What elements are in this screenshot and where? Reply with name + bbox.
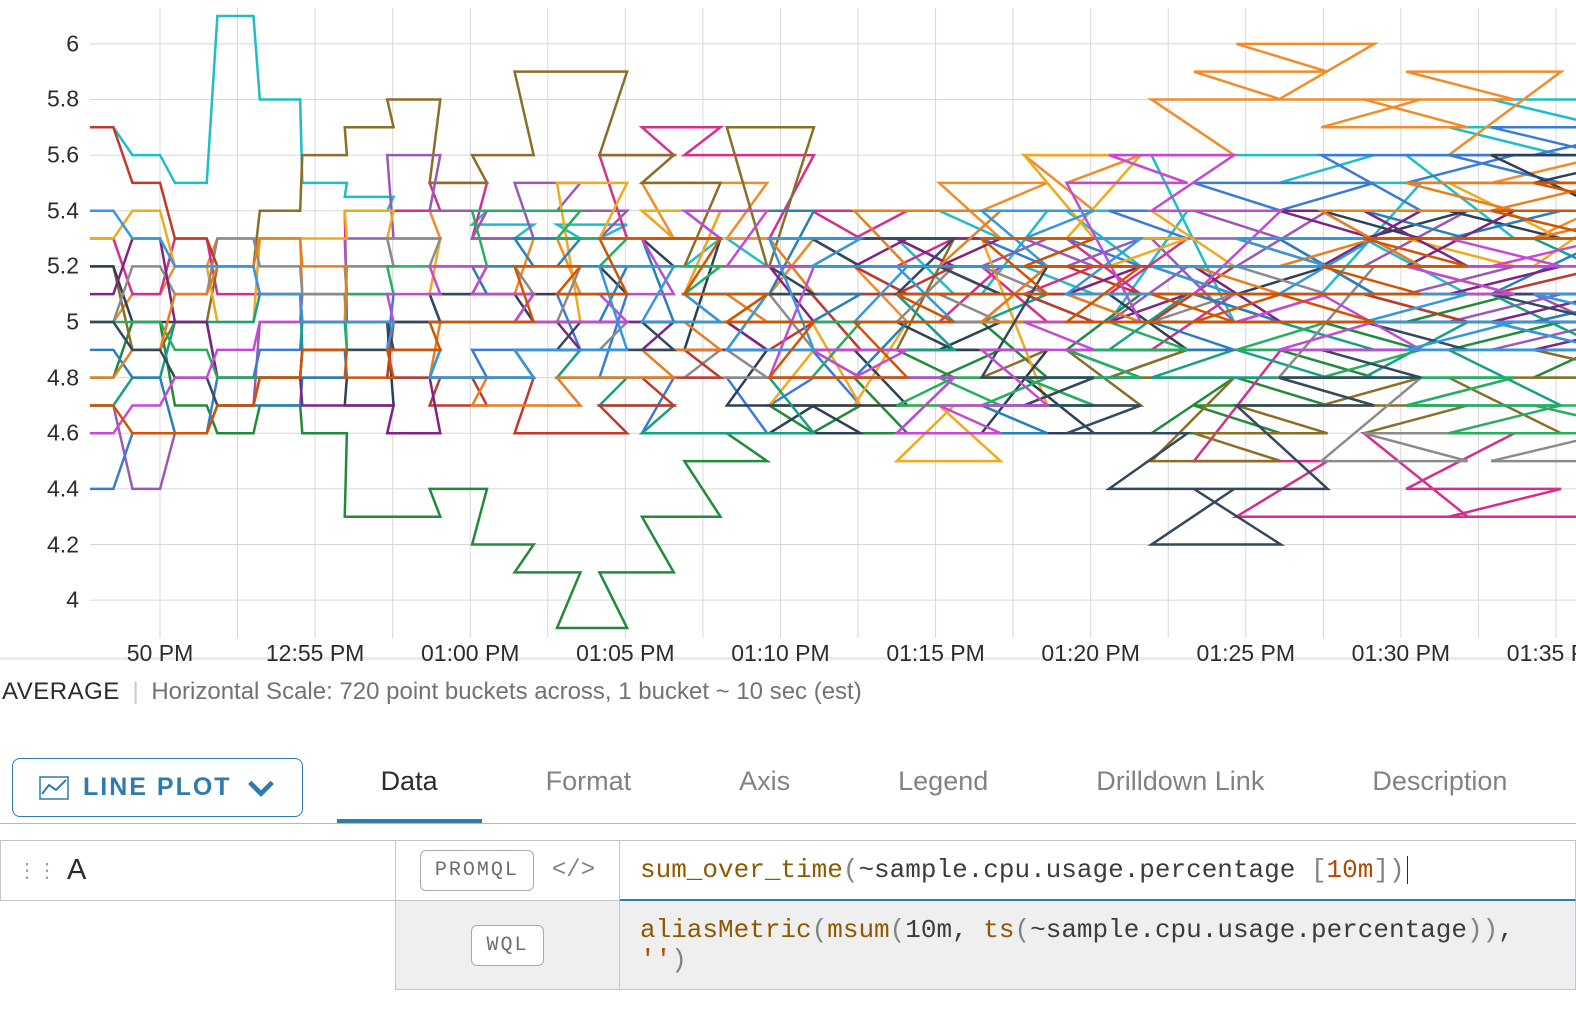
- y-tick-label: 4.4: [47, 475, 79, 502]
- secondary-lang-cell: WQL: [395, 901, 620, 990]
- tab-drilldown-link[interactable]: Drilldown Link: [1052, 752, 1308, 823]
- series-line[interactable]: [90, 155, 1576, 461]
- settings-tabs: Data Format Axis Legend Drilldown Link Descri…: [337, 752, 1552, 823]
- code-icon[interactable]: </>: [552, 857, 595, 884]
- promql-lang-button[interactable]: PROMQL: [420, 850, 534, 891]
- x-axis: 50 PM 12:55 PM 01:00 PM 01:05 PM 01:10 PM 01:…: [90, 640, 1576, 676]
- chart-type-label: LINE PLOT: [83, 773, 232, 802]
- chart-type-dropdown[interactable]: LINE PLOT: [12, 758, 303, 817]
- spacer: [0, 901, 395, 990]
- tab-description[interactable]: Description: [1328, 752, 1551, 823]
- x-tick-label: 01:10 PM: [731, 640, 829, 667]
- wql-lang-button[interactable]: WQL: [471, 925, 543, 966]
- tab-data[interactable]: Data: [337, 752, 482, 823]
- aggregation-label: AVERAGE: [2, 678, 120, 705]
- wql-query-readonly: aliasMetric(msum(10m, ts(~sample.cpu.usa…: [620, 901, 1576, 990]
- x-tick-label: 12:55 PM: [266, 640, 364, 667]
- chart-panel: 44.24.44.64.855.25.45.65.86 50 PM12:55 P…: [0, 0, 1576, 660]
- series-group: [90, 16, 1576, 628]
- y-tick-label: 5.8: [47, 86, 79, 113]
- y-tick-label: 5.2: [47, 253, 79, 280]
- y-tick-label: 5.6: [47, 142, 79, 169]
- x-tick-label: 50 PM: [127, 640, 193, 667]
- y-tick-label: 5.4: [47, 197, 79, 224]
- promql-query-input[interactable]: sum_over_time(~sample.cpu.usage.percenta…: [620, 840, 1576, 901]
- primary-lang-cell: PROMQL </>: [395, 840, 620, 901]
- query-label-cell[interactable]: ⋮⋮: [0, 840, 395, 901]
- y-tick-label: 4.2: [47, 531, 79, 558]
- x-tick-label: 01:35 PM: [1507, 640, 1576, 667]
- tab-axis[interactable]: Axis: [695, 752, 834, 823]
- chevron-down-icon: [246, 776, 276, 800]
- y-tick-label: 6: [66, 30, 79, 57]
- y-tick-label: 4: [66, 587, 79, 614]
- y-tick-label: 4.6: [47, 420, 79, 447]
- y-tick-label: 4.8: [47, 364, 79, 391]
- x-tick-label: 01:25 PM: [1197, 640, 1295, 667]
- line-plot-icon: [39, 776, 69, 800]
- drag-handle-icon[interactable]: ⋮⋮: [17, 861, 57, 881]
- query-editor: ⋮⋮ PROMQL </> sum_over_time(~sample.cpu.…: [0, 840, 1576, 990]
- x-tick-label: 01:00 PM: [421, 640, 519, 667]
- x-tick-label: 01:15 PM: [886, 640, 984, 667]
- y-axis: 4 4.2 4.4 4.6 4.8 5 5.2 5.4 5.6 5.8 6: [0, 8, 85, 638]
- tab-legend[interactable]: Legend: [854, 752, 1032, 823]
- query-name-input[interactable]: [67, 854, 379, 887]
- x-tick-label: 01:20 PM: [1041, 640, 1139, 667]
- tab-format[interactable]: Format: [502, 752, 676, 823]
- controls-row: LINE PLOT Data Format Axis Legend Drilldown …: [0, 724, 1576, 824]
- x-tick-label: 01:05 PM: [576, 640, 674, 667]
- y-tick-label: 5: [66, 309, 79, 336]
- x-tick-label: 01:30 PM: [1352, 640, 1450, 667]
- plot-area[interactable]: [90, 8, 1576, 638]
- series-line[interactable]: [90, 239, 1576, 545]
- horizontal-scale-label: Horizontal Scale: 720 point buckets acro…: [151, 678, 861, 705]
